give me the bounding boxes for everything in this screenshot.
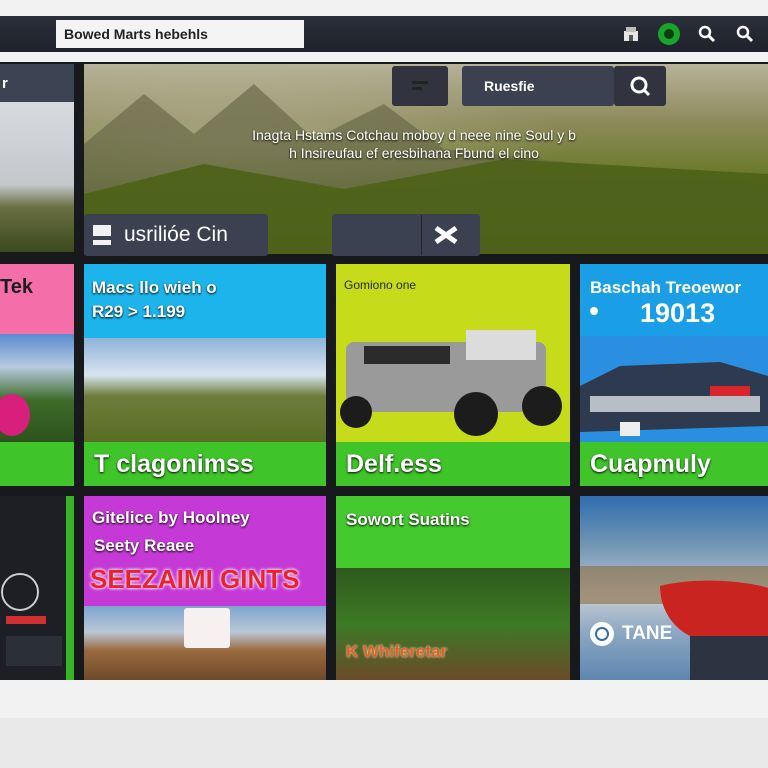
hero-close-control[interactable]	[332, 214, 480, 256]
compass-icon	[590, 622, 614, 646]
menu-icon	[412, 81, 428, 90]
app-title: Bowed Marts hebehls	[56, 20, 304, 48]
tile-4-badge	[184, 608, 230, 648]
top-bar-icons	[618, 21, 758, 47]
tile-1[interactable]: Macs llo wieh o R29 > 1.199 T clagonimss	[84, 264, 326, 486]
tile-1-subtitle: R29 > 1.199	[92, 302, 186, 321]
hero-banner[interactable]: Inagta Hstams Cotchau moboy d neee nine …	[84, 64, 768, 256]
tile-5-footer: K Whiferetar	[346, 642, 448, 661]
hero-secondary-button[interactable]: usrilióe Cin	[84, 214, 268, 256]
main-content: r Inagta Hstams Cotchau moboy d neee nin…	[0, 62, 768, 680]
green-circle-icon[interactable]	[656, 21, 682, 47]
shop-icon[interactable]	[618, 21, 644, 47]
tile-3-band: Cuapmuly	[580, 442, 768, 486]
search-icon-2[interactable]	[732, 21, 758, 47]
hero-search-label: Ruesfie	[484, 78, 535, 94]
tile-3-car-image	[580, 336, 768, 444]
left-tile-2-stripe	[66, 496, 74, 680]
left-column-image[interactable]	[0, 102, 74, 252]
hero-search-field[interactable]: Ruesfie	[462, 66, 614, 106]
left-tile-2-image	[0, 496, 66, 680]
search-icon[interactable]	[694, 21, 720, 47]
tile-1-title: Macs llo wieh o	[92, 278, 217, 297]
hero-secondary-label: usrilióe Cin	[124, 223, 228, 246]
tile-1-header: Macs llo wieh o R29 > 1.199	[92, 276, 217, 324]
tile-2-band: Delf.ess	[336, 442, 570, 486]
tile-3-number: 19013	[640, 298, 716, 328]
left-column-header[interactable]: r	[0, 64, 74, 102]
left-tile-1-label: Tek	[0, 276, 33, 298]
tile-2-car-image	[336, 322, 570, 444]
tile-5[interactable]: Sowort Suatins K Whiferetar	[336, 496, 570, 680]
left-tile-2[interactable]	[0, 496, 74, 680]
tile-2-title: Gomiono one	[344, 278, 417, 292]
left-column-header-label: r	[2, 74, 8, 92]
page-footer-strip	[0, 718, 768, 768]
hero-search-button[interactable]	[614, 66, 666, 106]
tile-6-label: TANE	[590, 622, 672, 646]
tile-4-title: Gitelice by Hoolney	[92, 508, 250, 527]
hero-text: Inagta Hstams Cotchau moboy d neee nine …	[134, 126, 694, 162]
tile-3-dot-icon	[590, 307, 598, 315]
tile-4[interactable]: Gitelice by Hoolney Seety Reaee SEEZAIMI…	[84, 496, 326, 680]
tile-6[interactable]: TANE	[580, 496, 768, 680]
tile-4-overlay-text: SEEZAIMI GINTS	[90, 564, 300, 594]
tile-6-image	[580, 566, 768, 680]
tile-1-band: T clagonimss	[84, 442, 326, 486]
top-bar: Bowed Marts hebehls	[0, 16, 768, 52]
hero-text-line1: Inagta Hstams Cotchau moboy d neee nine …	[252, 127, 576, 143]
hero-text-line2: h Insireufau ef eresbihana Fbund el cino	[289, 145, 539, 161]
tile-2[interactable]: Gomiono one Delf.ess	[336, 264, 570, 486]
tile-6-label-text: TANE	[622, 623, 673, 644]
hero-menu-button[interactable]	[392, 66, 448, 106]
search-icon	[630, 76, 651, 97]
tile-3-title: Baschah Treoewor	[590, 278, 742, 297]
left-tile-1[interactable]: Tek	[0, 264, 74, 486]
tile-5-title: Sowort Suatins	[346, 510, 470, 529]
tile-5-image	[336, 568, 570, 680]
close-icon[interactable]	[421, 215, 470, 255]
document-icon	[93, 225, 111, 245]
left-tile-1-band	[0, 442, 74, 486]
tile-4-subtitle: Seety Reaee	[94, 536, 195, 555]
tile-1-image	[84, 338, 326, 444]
tile-3[interactable]: Baschah Treoewor 19013 Cuapmuly	[580, 264, 768, 486]
